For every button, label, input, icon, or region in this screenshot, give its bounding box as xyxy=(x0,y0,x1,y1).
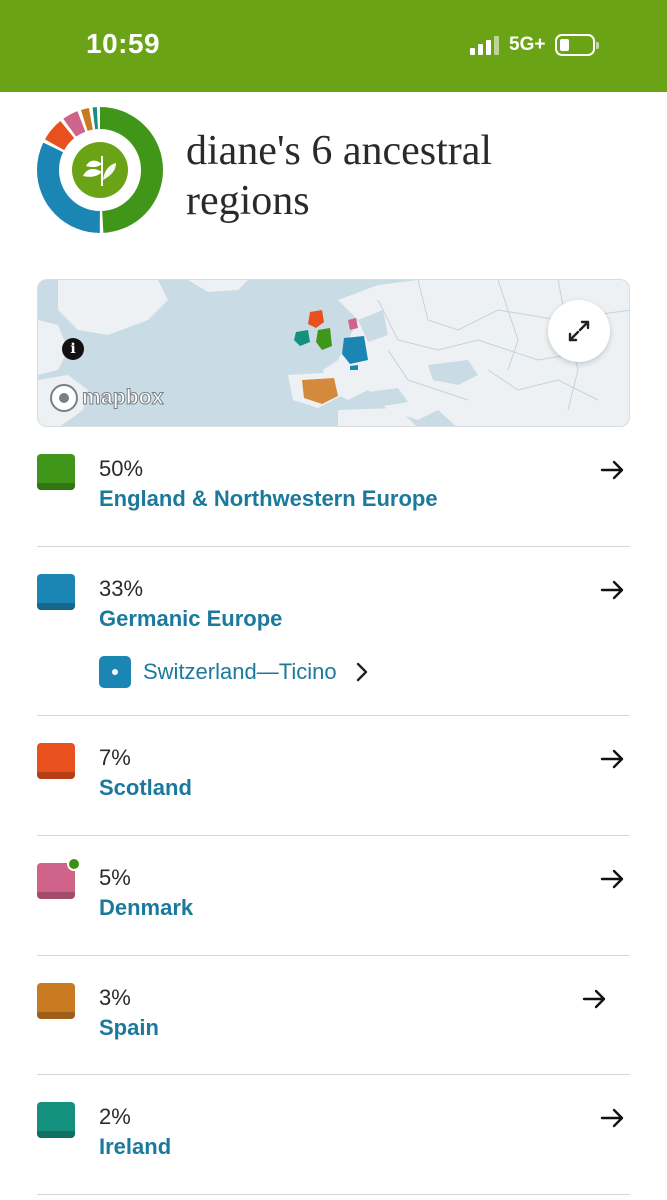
region-name[interactable]: England & Northwestern Europe xyxy=(99,486,438,512)
arrow-right-icon[interactable] xyxy=(600,867,626,891)
battery-icon xyxy=(555,34,600,56)
divider xyxy=(37,835,630,836)
region-percent: 5% xyxy=(99,865,131,890)
region-row-spain[interactable]: 3% Spain xyxy=(37,983,630,1043)
arrow-right-icon[interactable] xyxy=(600,578,626,602)
status-indicators: 5G+ xyxy=(470,32,600,58)
region-name[interactable]: Scotland xyxy=(99,775,192,801)
region-percent: 50% xyxy=(99,456,144,481)
region-name[interactable]: Ireland xyxy=(99,1134,171,1160)
arrow-right-icon[interactable] xyxy=(600,1106,626,1130)
arrow-right-icon[interactable] xyxy=(600,458,626,482)
expand-icon xyxy=(568,320,590,342)
divider xyxy=(37,715,630,716)
chevron-right-icon[interactable] xyxy=(355,661,369,683)
region-row-germanic-europe[interactable]: 33% Germanic Europe Switzerland—Ticino xyxy=(37,574,630,694)
region-row-england[interactable]: 50% England & Northwestern Europe xyxy=(37,454,630,514)
ancestry-map[interactable]: i mapbox xyxy=(37,279,630,427)
subregion-switzerland-ticino[interactable]: Switzerland—Ticino xyxy=(99,656,369,688)
mapbox-logo-icon xyxy=(50,384,78,412)
arrow-right-icon[interactable] xyxy=(600,747,626,771)
expand-map-button[interactable] xyxy=(548,300,610,362)
mapbox-logo: mapbox xyxy=(50,384,164,412)
region-color-swatch xyxy=(37,743,75,779)
divider xyxy=(37,546,630,547)
ancestry-leaf-icon xyxy=(72,142,128,198)
divider xyxy=(37,1194,630,1195)
mapbox-attribution: mapbox xyxy=(82,386,165,410)
region-color-swatch xyxy=(37,574,75,610)
status-bar: 10:59 5G+ xyxy=(0,0,667,92)
network-type-label: 5G+ xyxy=(509,34,546,55)
divider xyxy=(37,1074,630,1075)
region-percent: 33% xyxy=(99,576,144,601)
subregion-label[interactable]: Switzerland—Ticino xyxy=(143,659,337,685)
info-icon[interactable]: i xyxy=(62,338,84,360)
community-icon xyxy=(99,656,131,688)
arrow-right-icon[interactable] xyxy=(582,987,608,1011)
region-row-ireland[interactable]: 2% Ireland xyxy=(37,1102,630,1162)
region-color-swatch xyxy=(37,983,75,1019)
region-color-swatch xyxy=(37,1102,75,1138)
status-time: 10:59 xyxy=(86,28,161,59)
region-row-scotland[interactable]: 7% Scotland xyxy=(37,743,630,803)
region-percent: 7% xyxy=(99,745,131,770)
new-update-indicator xyxy=(67,857,81,871)
ethnicity-donut-chart xyxy=(37,107,163,233)
divider xyxy=(37,955,630,956)
region-name[interactable]: Germanic Europe xyxy=(99,606,282,632)
cellular-signal-icon xyxy=(470,35,499,55)
region-name[interactable]: Denmark xyxy=(99,895,193,921)
region-percent: 3% xyxy=(99,985,131,1010)
page-title: diane's 6 ancestral regions xyxy=(186,128,493,224)
region-color-swatch xyxy=(37,454,75,490)
region-percent: 2% xyxy=(99,1104,131,1129)
region-row-denmark[interactable]: 5% Denmark xyxy=(37,857,630,923)
region-name[interactable]: Spain xyxy=(99,1015,159,1041)
